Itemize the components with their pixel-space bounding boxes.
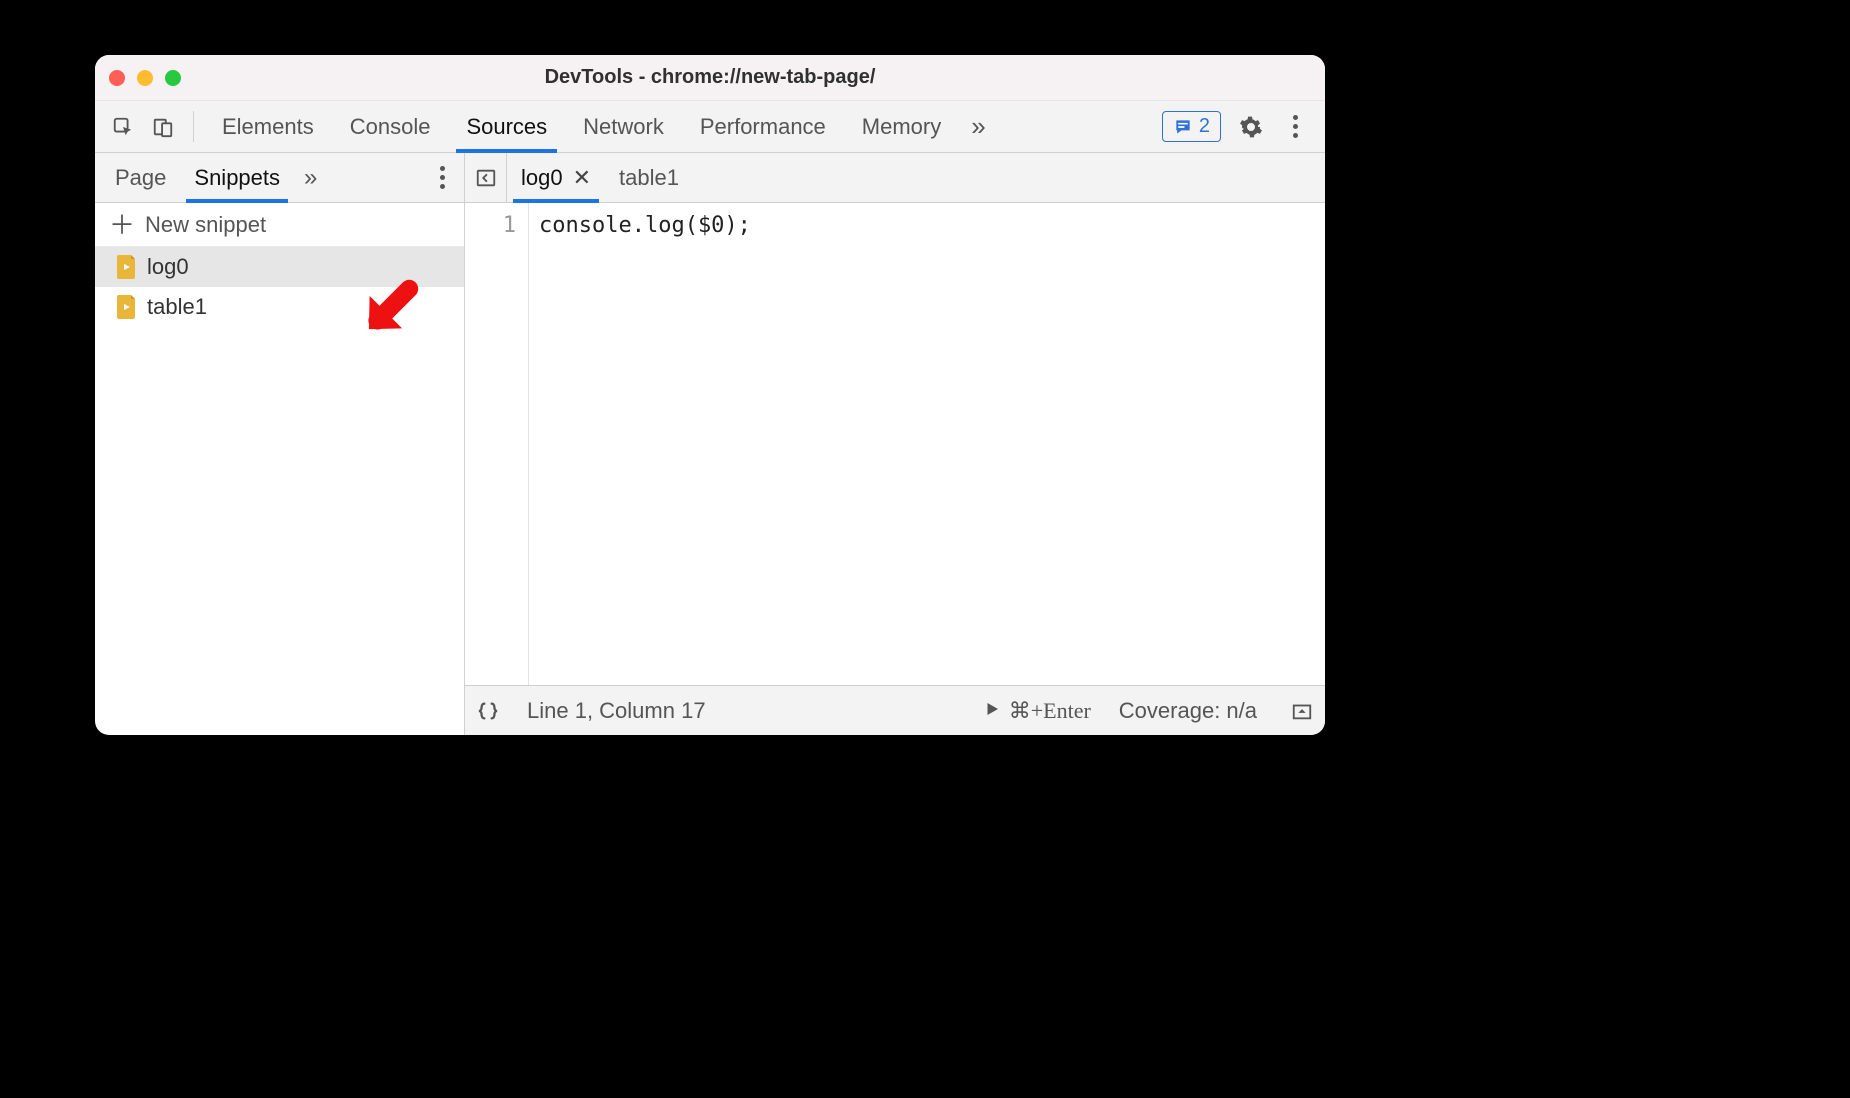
editor-tabs: log0 ✕ table1 <box>465 153 1325 203</box>
tab-label: Console <box>350 114 431 140</box>
run-shortcut: ⌘+Enter <box>1009 698 1091 724</box>
pretty-print-icon[interactable] <box>477 700 499 722</box>
tab-performance[interactable]: Performance <box>682 101 844 152</box>
tab-memory[interactable]: Memory <box>844 101 959 152</box>
tab-label: Sources <box>466 114 547 140</box>
code-line: console.log($0); <box>539 213 751 238</box>
navigator-tab-snippets[interactable]: Snippets <box>180 153 294 202</box>
tab-console[interactable]: Console <box>332 101 449 152</box>
editor-statusbar: Line 1, Column 17 ⌘+Enter Coverage: n/a <box>465 685 1325 735</box>
close-window-button[interactable] <box>109 70 125 86</box>
inspect-element-icon[interactable] <box>103 101 143 152</box>
tab-label: Snippets <box>194 165 280 191</box>
navigator-panel: Page Snippets » ＋ New snippet log0 <box>95 153 465 735</box>
editor-panel: log0 ✕ table1 1 console.log($0); <box>465 153 1325 735</box>
more-tabs-icon[interactable]: » <box>959 101 997 152</box>
snippet-list: log0 table1 <box>95 247 464 735</box>
line-number: 1 <box>465 213 516 238</box>
content: Page Snippets » ＋ New snippet log0 <box>95 153 1325 735</box>
tab-label: Elements <box>222 114 314 140</box>
navigator-more-icon[interactable]: » <box>294 153 327 202</box>
tab-label: Network <box>583 114 664 140</box>
navigator-tab-page[interactable]: Page <box>101 153 180 202</box>
snippet-file-icon <box>117 255 137 279</box>
navigator-tabs: Page Snippets » <box>95 153 464 203</box>
editor-tab-label: table1 <box>619 165 679 191</box>
minimize-window-button[interactable] <box>137 70 153 86</box>
plus-icon: ＋ <box>109 212 135 238</box>
editor-tab[interactable]: table1 <box>605 153 693 202</box>
tab-sources[interactable]: Sources <box>448 101 565 152</box>
separator <box>193 111 194 142</box>
messages-count: 2 <box>1199 115 1210 138</box>
snippet-item[interactable]: log0 <box>95 247 464 287</box>
device-toolbar-icon[interactable] <box>143 101 183 152</box>
snippet-file-icon <box>117 295 137 319</box>
tab-label: Memory <box>862 114 941 140</box>
window-title: DevTools - chrome://new-tab-page/ <box>95 66 1325 89</box>
kebab-menu-icon[interactable] <box>1273 101 1317 152</box>
tab-label: Page <box>115 165 166 191</box>
code-editor[interactable]: 1 console.log($0); <box>465 203 1325 685</box>
zoom-window-button[interactable] <box>165 70 181 86</box>
toggle-drawer-icon[interactable] <box>1291 700 1313 722</box>
editor-tab[interactable]: log0 ✕ <box>507 153 605 202</box>
cursor-position: Line 1, Column 17 <box>527 698 706 724</box>
tab-label: Performance <box>700 114 826 140</box>
messages-badge[interactable]: 2 <box>1162 111 1221 142</box>
close-tab-icon[interactable]: ✕ <box>573 165 591 191</box>
navigate-back-icon[interactable] <box>465 153 507 202</box>
window-controls <box>109 70 181 86</box>
tab-network[interactable]: Network <box>565 101 682 152</box>
editor-tab-label: log0 <box>521 165 563 191</box>
run-snippet-button[interactable]: ⌘+Enter <box>983 698 1091 724</box>
chat-icon <box>1173 117 1193 137</box>
new-snippet-label: New snippet <box>145 212 266 238</box>
new-snippet-button[interactable]: ＋ New snippet <box>95 203 464 247</box>
navigator-kebab-icon[interactable] <box>420 153 464 202</box>
titlebar: DevTools - chrome://new-tab-page/ <box>95 55 1325 101</box>
line-gutter: 1 <box>465 203 529 685</box>
snippet-name: table1 <box>147 294 207 320</box>
snippet-item[interactable]: table1 <box>95 287 464 327</box>
coverage-status: Coverage: n/a <box>1119 698 1257 724</box>
main-toolbar: Elements Console Sources Network Perform… <box>95 101 1325 153</box>
devtools-window: DevTools - chrome://new-tab-page/ Elemen… <box>95 55 1325 735</box>
settings-icon[interactable] <box>1229 101 1273 152</box>
panel-tabs: Elements Console Sources Network Perform… <box>204 101 998 152</box>
tab-elements[interactable]: Elements <box>204 101 332 152</box>
snippet-name: log0 <box>147 254 189 280</box>
code-content[interactable]: console.log($0); <box>529 203 1325 685</box>
play-icon <box>983 698 1001 724</box>
